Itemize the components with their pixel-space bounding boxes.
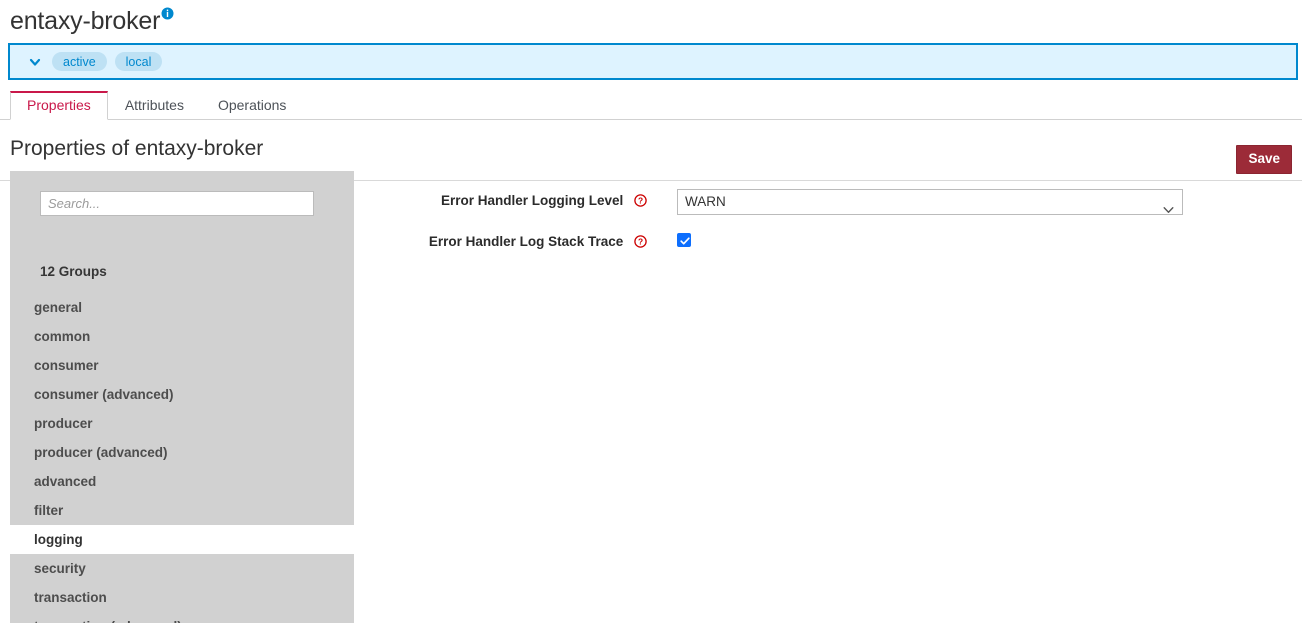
svg-text:?: ?: [638, 196, 643, 206]
section-header: Properties of entaxy-broker: [0, 120, 1302, 170]
group-item-logging[interactable]: logging: [10, 525, 354, 554]
group-item-filter[interactable]: filter: [10, 496, 354, 525]
logging-level-value: WARN: [685, 190, 1160, 214]
info-circle-icon[interactable]: [161, 7, 174, 20]
chevron-down-icon: [1163, 198, 1174, 206]
group-item-consumer[interactable]: consumer: [10, 351, 354, 380]
content-body: 12 Groups general common consumer consum…: [0, 171, 1302, 614]
label-error-handler-log-stack-trace: Error Handler Log Stack Trace ?: [354, 230, 647, 254]
svg-text:?: ?: [638, 237, 643, 247]
tab-properties[interactable]: Properties: [10, 91, 108, 120]
group-item-transaction-advanced[interactable]: transaction (advanced): [10, 612, 354, 623]
tab-operations[interactable]: Operations: [201, 91, 303, 119]
properties-form: Error Handler Logging Level ? WARN: [354, 171, 1302, 271]
control-error-handler-log-stack-trace: [677, 230, 691, 247]
group-item-producer-advanced[interactable]: producer (advanced): [10, 438, 354, 467]
groups-panel: 12 Groups general common consumer consum…: [10, 171, 354, 623]
control-error-handler-logging-level: WARN: [677, 189, 1183, 215]
logging-level-select[interactable]: WARN: [677, 189, 1183, 215]
save-button[interactable]: Save: [1236, 145, 1292, 174]
tab-attributes[interactable]: Attributes: [108, 91, 201, 119]
group-item-security[interactable]: security: [10, 554, 354, 583]
tab-bar: Properties Attributes Operations: [0, 91, 1302, 120]
status-badge-local[interactable]: local: [115, 52, 163, 71]
help-circle-icon[interactable]: ?: [634, 232, 647, 245]
label-text: Error Handler Log Stack Trace: [429, 234, 623, 249]
groups-search-container: [10, 171, 354, 262]
log-stack-trace-checkbox[interactable]: [677, 233, 691, 247]
help-circle-icon[interactable]: ?: [634, 191, 647, 204]
form-row-error-handler-logging-level: Error Handler Logging Level ? WARN: [354, 189, 1302, 213]
group-item-transaction[interactable]: transaction: [10, 583, 354, 612]
search-input[interactable]: [40, 191, 314, 216]
page-title: entaxy-broker: [10, 6, 160, 36]
group-item-general[interactable]: general: [10, 293, 354, 322]
group-item-advanced[interactable]: advanced: [10, 467, 354, 496]
group-item-common[interactable]: common: [10, 322, 354, 351]
groups-count-label: 12 Groups: [10, 262, 354, 293]
group-item-consumer-advanced[interactable]: consumer (advanced): [10, 380, 354, 409]
chevron-down-icon[interactable]: [28, 55, 42, 69]
check-icon: [679, 235, 691, 247]
section-title: Properties of entaxy-broker: [10, 137, 263, 160]
group-item-producer[interactable]: producer: [10, 409, 354, 438]
label-text: Error Handler Logging Level: [441, 193, 623, 208]
status-badge-active[interactable]: active: [52, 52, 107, 71]
status-bar: active local: [8, 43, 1298, 80]
label-error-handler-logging-level: Error Handler Logging Level ?: [354, 189, 647, 213]
form-row-error-handler-log-stack-trace: Error Handler Log Stack Trace ?: [354, 230, 1302, 254]
page-header: entaxy-broker: [0, 0, 1302, 40]
